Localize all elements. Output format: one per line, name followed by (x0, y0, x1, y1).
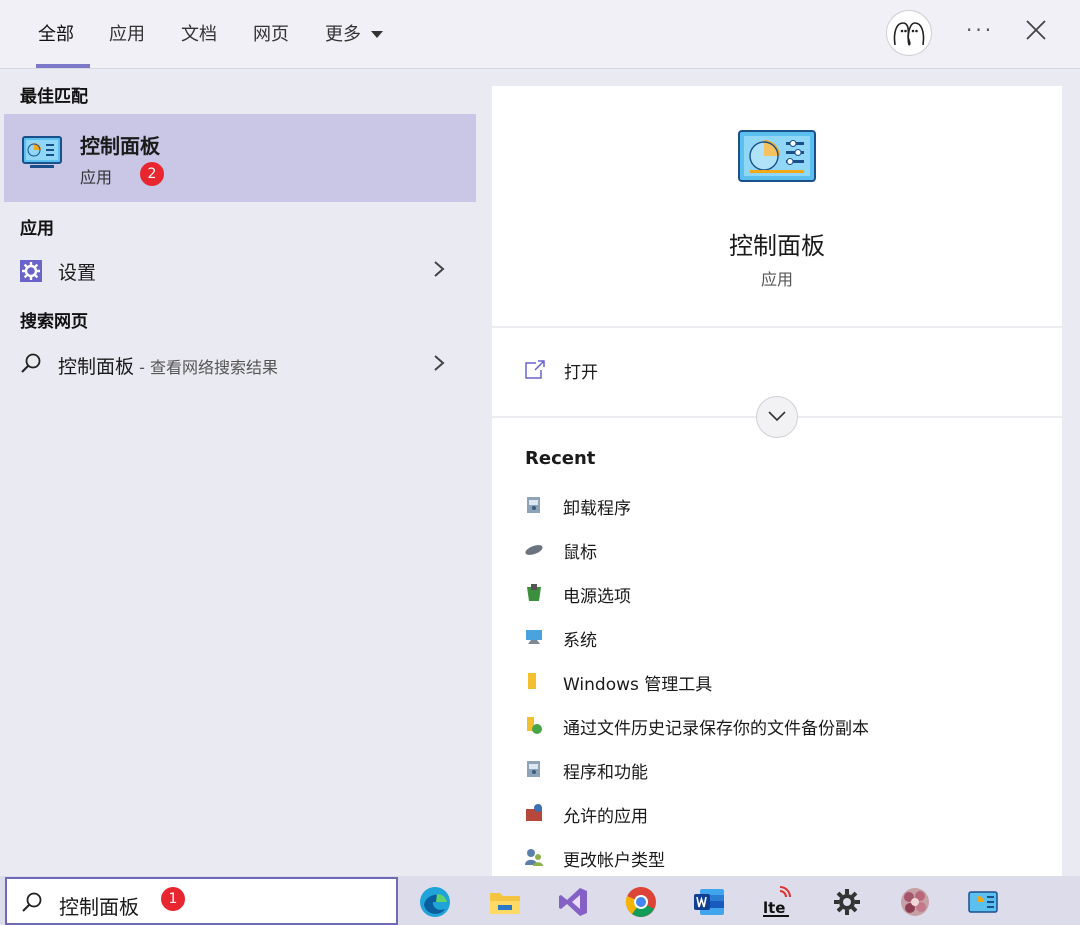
settings-icon (20, 260, 42, 282)
word-icon[interactable] (692, 885, 726, 919)
flower-photo-icon[interactable] (898, 885, 932, 919)
open-action[interactable]: 打开 (522, 354, 1022, 390)
search-icon (22, 892, 42, 912)
recent-item-label: Windows 管理工具 (563, 675, 713, 695)
file-history-icon (527, 717, 542, 734)
recent-item-mouse[interactable]: 鼠标 (522, 533, 1022, 567)
web-search-hint: - 查看网络搜索结果 (134, 358, 278, 377)
system-icon (526, 630, 542, 644)
recent-item-label: 系统 (563, 631, 597, 651)
result-web-search[interactable]: 控制面板 - 查看网络搜索结果 (4, 342, 476, 386)
web-search-text: 控制面板 - 查看网络搜索结果 (58, 352, 278, 379)
control-panel-icon (22, 136, 62, 168)
visual-studio-icon[interactable] (556, 885, 590, 919)
power-options-icon (527, 584, 541, 601)
folder-icon (528, 673, 536, 689)
chevron-down-icon (768, 411, 786, 422)
control-panel-large-icon (738, 130, 816, 182)
file-explorer-icon[interactable] (488, 885, 522, 919)
recent-item-label: 鼠标 (563, 543, 597, 563)
recent-item-label: 卸载程序 (563, 499, 631, 519)
mouse-icon (525, 545, 543, 555)
expand-button[interactable] (756, 396, 798, 438)
step-badge: 1 (161, 887, 185, 911)
caret-down-icon (370, 31, 383, 38)
best-match-heading: 最佳匹配 (20, 87, 88, 107)
result-settings-label: 设置 (58, 262, 97, 284)
best-match-title: 控制面板 (80, 134, 160, 158)
avatar-icon[interactable] (886, 10, 932, 56)
more-options-ellipsis-icon[interactable]: ··· (966, 18, 994, 42)
control-panel-icon[interactable] (966, 885, 1000, 919)
active-tab-indicator (36, 64, 90, 68)
web-search-heading: 搜索网页 (20, 312, 88, 332)
svg-text:lte: lte (763, 899, 786, 917)
recent-item-label: 通过文件历史记录保存你的文件备份副本 (563, 719, 869, 739)
recent-item-admin-tools[interactable]: Windows 管理工具 (522, 665, 1022, 699)
recent-item-programs-features[interactable]: 程序和功能 (522, 753, 1022, 787)
tab-more-label: 更多 (325, 24, 361, 45)
recent-item-system[interactable]: 系统 (522, 621, 1022, 655)
recent-item-uninstall[interactable]: 卸载程序 (522, 489, 1022, 523)
best-match-result[interactable]: 控制面板 应用 2 (4, 114, 476, 202)
recent-item-power[interactable]: 电源选项 (522, 577, 1022, 611)
recent-item-label: 程序和功能 (563, 763, 648, 783)
tab-web[interactable]: 网页 (253, 20, 289, 46)
chevron-right-icon (434, 261, 445, 277)
chevron-right-icon (434, 355, 445, 371)
search-tabs-bar: 全部 应用 文档 网页 更多 ··· (0, 0, 1080, 69)
user-accounts-icon (525, 849, 543, 866)
recent-item-account-type[interactable]: 更改帐户类型 (522, 841, 1022, 875)
firewall-icon (526, 804, 542, 821)
recent-item-label: 电源选项 (563, 587, 631, 607)
settings-gear-icon[interactable] (830, 885, 864, 919)
tab-all[interactable]: 全部 (38, 20, 74, 46)
chrome-icon[interactable] (624, 885, 658, 919)
edge-icon[interactable] (418, 885, 452, 919)
close-icon[interactable] (1024, 18, 1048, 42)
apps-heading: 应用 (20, 219, 54, 239)
programs-icon (527, 761, 540, 777)
recent-item-file-history[interactable]: 通过文件历史记录保存你的文件备份副本 (522, 709, 1022, 743)
lte-icon[interactable]: lte (760, 885, 794, 919)
recent-item-label: 允许的应用 (563, 807, 648, 827)
detail-title: 控制面板 (729, 232, 825, 260)
search-icon (21, 353, 41, 373)
best-match-subtitle: 应用 (80, 168, 113, 187)
divider (492, 326, 1062, 328)
recent-item-allowed-apps[interactable]: 允许的应用 (522, 797, 1022, 831)
open-external-icon (525, 360, 545, 379)
step-badge: 2 (140, 162, 164, 186)
result-detail-panel: 控制面板 应用 打开 Recent 卸载程序 鼠标 电源选项 系统 Window… (492, 86, 1062, 876)
search-input[interactable]: 控制面板 1 (5, 877, 398, 925)
search-query-text: 控制面板 (59, 895, 139, 919)
tab-apps[interactable]: 应用 (109, 20, 145, 46)
recent-item-label: 更改帐户类型 (563, 851, 665, 871)
programs-icon (527, 497, 540, 513)
tab-more[interactable]: 更多 (325, 20, 383, 46)
tab-documents[interactable]: 文档 (181, 20, 217, 46)
recent-heading: Recent (525, 448, 596, 469)
web-search-query: 控制面板 (58, 356, 135, 378)
result-settings[interactable]: 设置 (4, 248, 476, 292)
detail-subtitle: 应用 (760, 270, 793, 289)
open-label: 打开 (564, 363, 598, 383)
